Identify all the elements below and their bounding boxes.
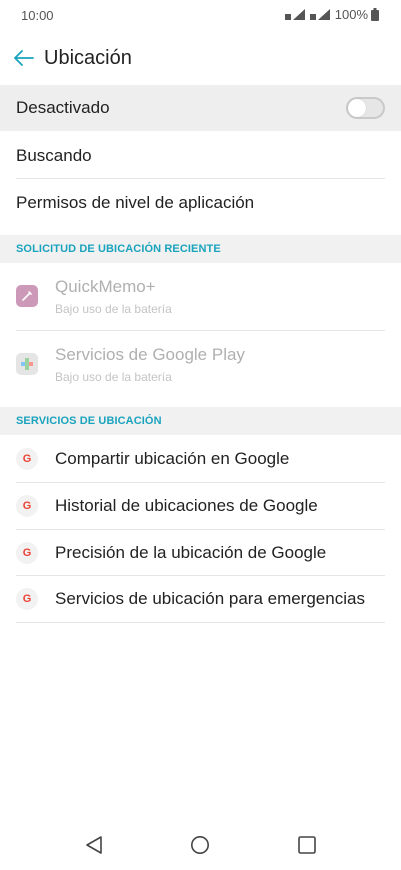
service-emergency-location[interactable]: G Servicios de ubicación para emergencia… xyxy=(16,576,385,622)
quickmemo-icon xyxy=(16,285,38,307)
searching-row[interactable]: Buscando xyxy=(16,132,385,179)
recent-item-subtitle: Bajo uso de la batería xyxy=(55,302,172,316)
app-permissions-label: Permisos de nivel de aplicación xyxy=(16,192,255,212)
service-label: Servicios de ubicación para emergencias xyxy=(55,589,365,608)
google-icon: G xyxy=(16,588,38,610)
location-toggle-label: Desactivado xyxy=(16,98,110,117)
status-time: 10:00 xyxy=(21,8,54,23)
recent-item-title: QuickMemo+ xyxy=(55,277,156,296)
app-permissions-row[interactable]: Permisos de nivel de aplicación xyxy=(16,179,385,226)
recent-item-title: Servicios de Google Play xyxy=(55,345,245,364)
triangle-back-icon xyxy=(86,836,102,854)
service-label: Compartir ubicación en Google xyxy=(55,449,290,468)
switch-knob xyxy=(348,99,366,117)
service-location-accuracy[interactable]: G Precisión de la ubicación de Google xyxy=(16,530,385,576)
recent-item-subtitle: Bajo uso de la batería xyxy=(55,370,172,384)
back-button[interactable] xyxy=(4,38,44,78)
nav-home-button[interactable] xyxy=(189,834,211,856)
page-title: Ubicación xyxy=(44,46,132,69)
navigation-bar xyxy=(0,820,401,870)
service-label: Precisión de la ubicación de Google xyxy=(55,543,327,562)
recent-requests-header: SOLICITUD DE UBICACIÓN RECIENTE xyxy=(0,235,401,263)
service-label: Historial de ubicaciones de Google xyxy=(55,496,318,515)
google-icon: G xyxy=(16,542,38,564)
nav-back-button[interactable] xyxy=(83,834,105,856)
location-toggle-row[interactable]: Desactivado xyxy=(0,85,401,131)
app-bar: Ubicación xyxy=(0,32,401,84)
service-location-history[interactable]: G Historial de ubicaciones de Google xyxy=(16,483,385,529)
nav-recents-button[interactable] xyxy=(296,834,318,856)
battery-percent: 100% xyxy=(334,7,368,22)
back-arrow-icon xyxy=(14,50,34,66)
recent-item-quickmemo[interactable]: QuickMemo+ Bajo uso de la batería xyxy=(16,263,385,331)
divider xyxy=(16,622,385,623)
square-recents-icon xyxy=(298,836,316,854)
location-switch[interactable] xyxy=(346,97,385,119)
google-icon: G xyxy=(16,495,38,517)
circle-home-icon xyxy=(191,836,209,854)
google-play-services-icon xyxy=(16,353,38,375)
signal-icon xyxy=(309,8,330,20)
recent-item-google-play-services[interactable]: Servicios de Google Play Bajo uso de la … xyxy=(16,331,385,399)
status-bar: 10:00 100% xyxy=(0,0,401,32)
battery-icon xyxy=(371,8,379,21)
location-services-header: SERVICIOS DE UBICACIÓN xyxy=(0,407,401,435)
status-icons: 100% xyxy=(284,7,379,22)
service-share-location[interactable]: G Compartir ubicación en Google xyxy=(16,436,385,482)
google-icon: G xyxy=(16,448,38,470)
searching-label: Buscando xyxy=(16,145,92,165)
signal-icon xyxy=(284,8,305,20)
